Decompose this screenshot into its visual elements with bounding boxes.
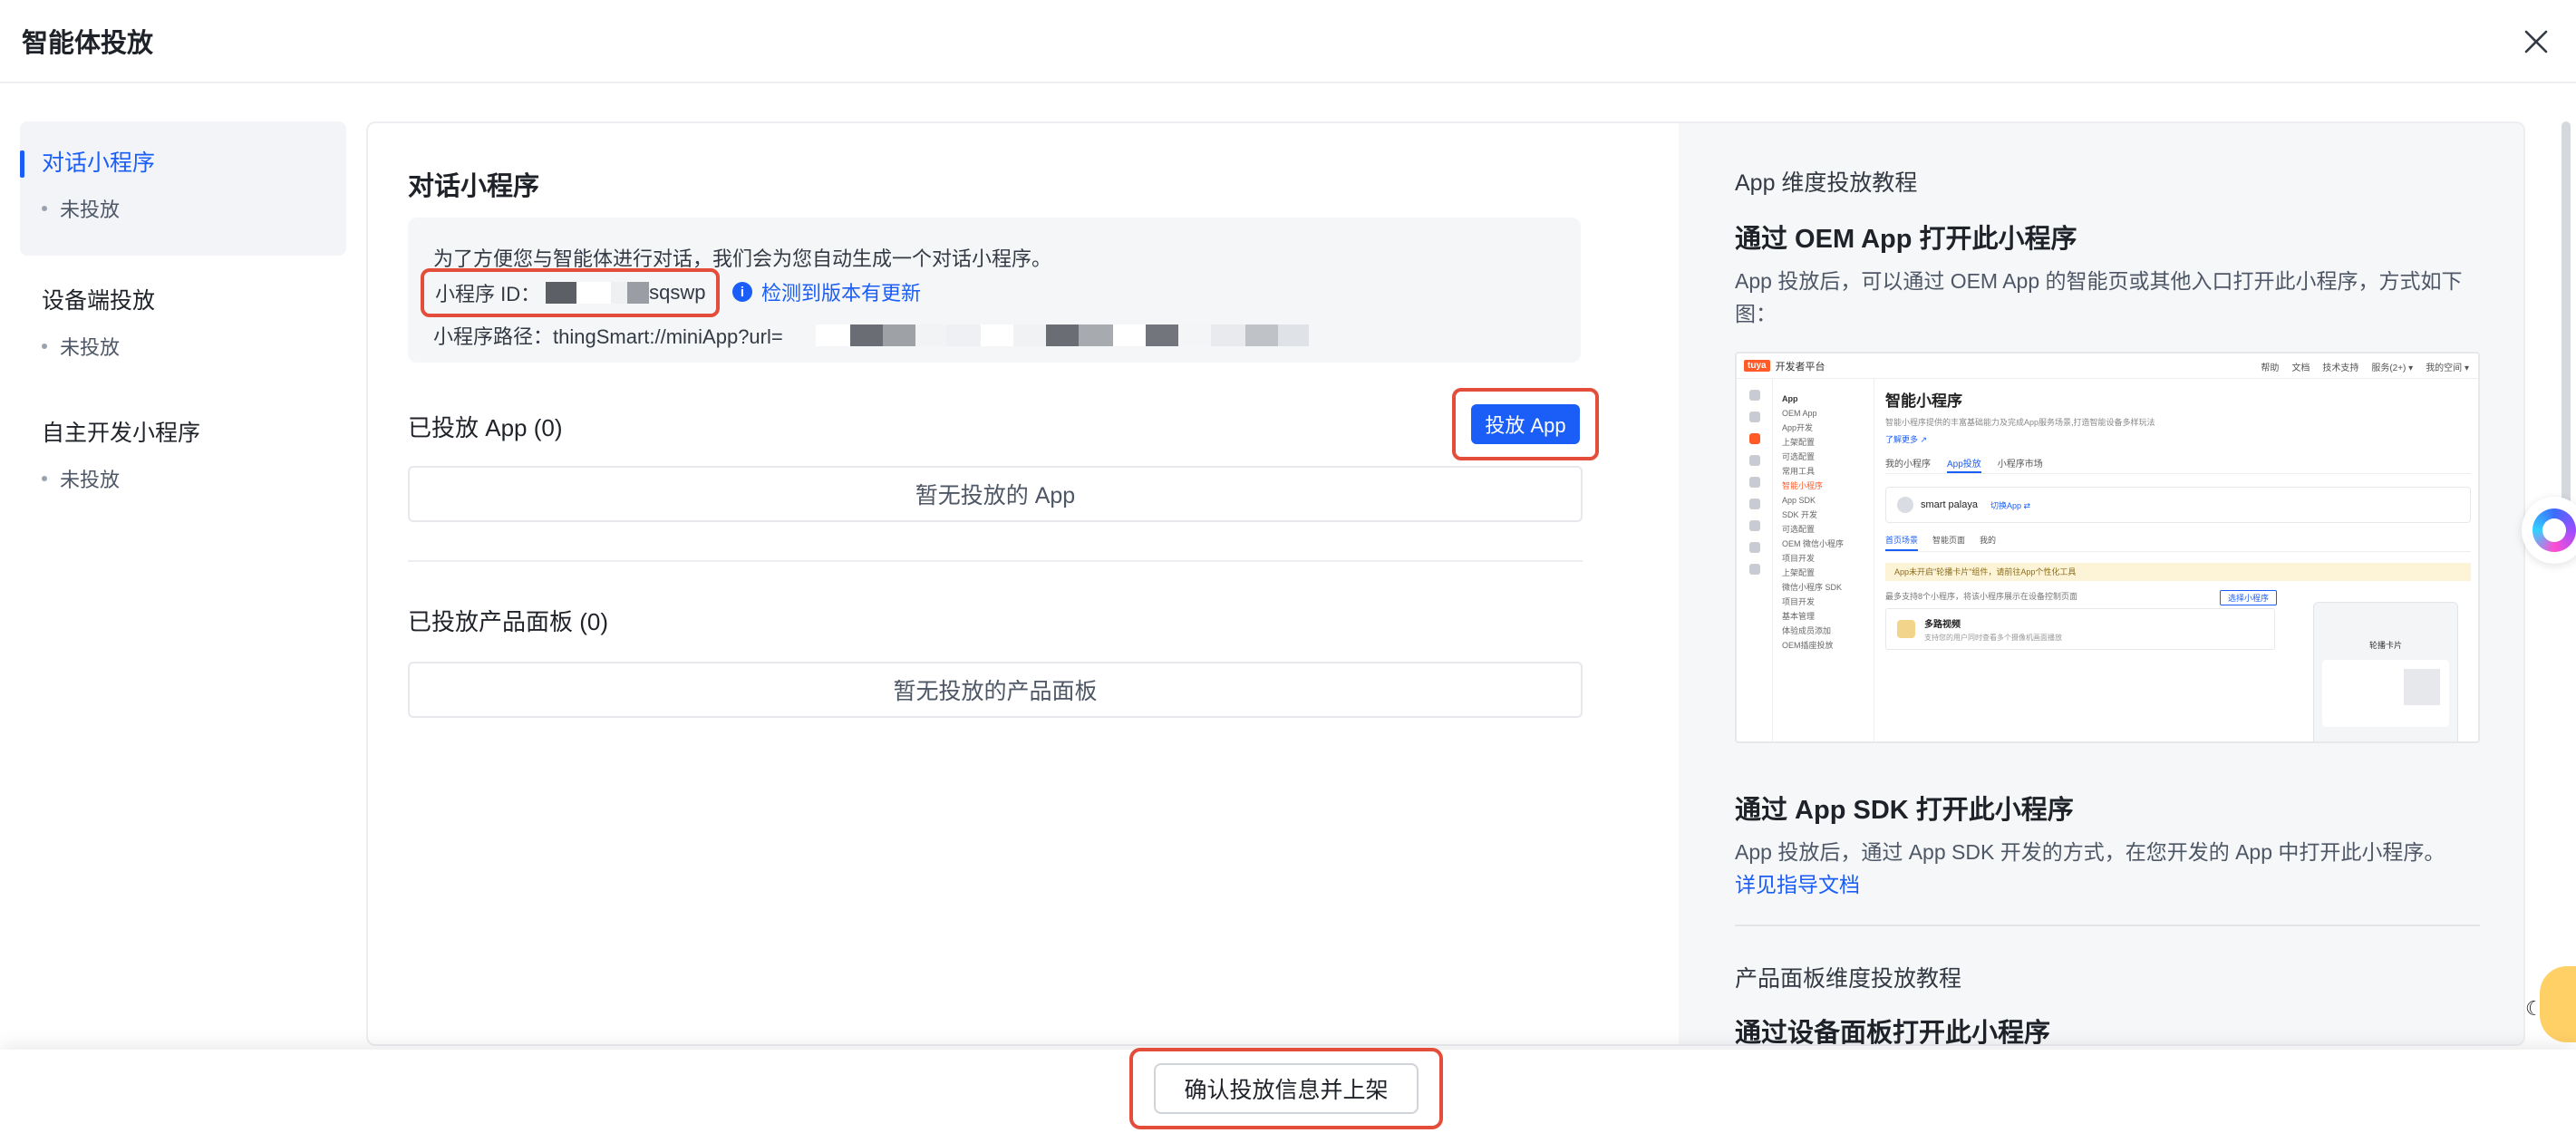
- bullet-icon: [42, 476, 47, 481]
- miniapp-id: 小程序 ID： sqswp: [421, 268, 721, 317]
- close-button[interactable]: [2514, 20, 2558, 63]
- panel-tutorial-subtitle: 产品面板维度投放教程: [1735, 966, 1962, 992]
- assistant-icon: [2532, 508, 2576, 552]
- main-card: 对话小程序 为了方便您与智能体进行对话，我们会为您自动生成一个对话小程序。 小程…: [366, 121, 2525, 1046]
- sidebar-item-label: 设备端投放: [42, 288, 156, 314]
- shot-platform: 开发者平台: [1775, 361, 1825, 373]
- check-update-link[interactable]: i 检测到版本有更新: [732, 277, 921, 306]
- redacted-block: [627, 282, 650, 304]
- sidebar-item-label: 对话小程序: [42, 150, 156, 176]
- miniapp-path-label: 小程序路径：thingSmart://miniApp?url=: [433, 325, 783, 348]
- app-tutorial-subtitle: App 维度投放教程: [1735, 170, 1918, 196]
- sidebar: 对话小程序 未投放 设备端投放 未投放 自主开发小程序 未投放: [20, 121, 346, 493]
- check-update-label: 检测到版本有更新: [761, 282, 922, 305]
- deploy-app-highlight: 投放 App: [1452, 388, 1599, 460]
- mascot-icon[interactable]: [2540, 966, 2576, 1042]
- divider: [1735, 925, 2480, 926]
- sidebar-item-label: 自主开发小程序: [42, 421, 201, 446]
- guide-doc-link[interactable]: 详见指导文档: [1735, 873, 1860, 896]
- page-title: 智能体投放: [22, 29, 154, 58]
- page: 智能体投放 对话小程序 未投放 设备端投放 未投放 自主开发小程序 未投放 对话…: [0, 0, 2576, 1133]
- info-icon: i: [732, 282, 752, 302]
- scrollbar[interactable]: [2561, 121, 2571, 520]
- deployed-app-title: 已投放 App (0): [408, 414, 563, 441]
- redacted-block: [546, 282, 577, 304]
- confirm-highlight: 确认投放信息并上架: [1129, 1048, 1443, 1129]
- sidebar-item-chat-miniapp[interactable]: 对话小程序 未投放: [20, 121, 346, 256]
- deploy-app-button[interactable]: 投放 App: [1471, 404, 1580, 444]
- deployed-panel-empty: 暂无投放的产品面板: [408, 662, 1583, 718]
- shot-icon-nav: [1737, 379, 1773, 741]
- oem-tutorial-desc: App 投放后，可以通过 OEM App 的智能页或其他入口打开此小程序，方式如…: [1735, 269, 2463, 325]
- tutorial-screenshot: tuya 开发者平台 帮助 文档 技术支持 服务(2+) ▾ 我的空间 ▾ Ap: [1735, 352, 2480, 743]
- shot-topnav: 帮助 文档 技术支持 服务(2+) ▾ 我的空间 ▾: [2261, 363, 2469, 373]
- sidebar-item-status: 未投放: [42, 332, 346, 361]
- divider: [408, 560, 1583, 562]
- tutorial-pane: App 维度投放教程 通过 OEM App 打开此小程序 App 投放后，可以通…: [1679, 123, 2523, 1046]
- redacted-block: [611, 282, 628, 304]
- redacted-block: [576, 282, 612, 304]
- shot-menu: App OEM App App开发 上架配置 可选配置 常用工具 智能小程序 A…: [1773, 379, 1874, 741]
- miniapp-id-label: 小程序 ID：: [435, 283, 541, 305]
- bullet-icon: [42, 344, 47, 349]
- miniapp-info-box: 为了方便您与智能体进行对话，我们会为您自动生成一个对话小程序。 小程序 ID： …: [408, 218, 1581, 363]
- sidebar-item-status: 未投放: [42, 194, 346, 223]
- tuya-logo: tuya: [1744, 360, 1770, 372]
- sidebar-item-self-dev[interactable]: 自主开发小程序 未投放: [20, 392, 346, 493]
- shot-phone-preview: 轮播卡片: [2313, 602, 2458, 741]
- modal-header: 智能体投放: [0, 0, 2576, 83]
- miniapp-path: 小程序路径：thingSmart://miniApp?url=: [433, 321, 1309, 350]
- sdk-tutorial-desc: App 投放后，通过 App SDK 开发的方式，在您开发的 App 中打开此小…: [1735, 840, 2445, 896]
- ai-assistant-button[interactable]: [2522, 497, 2576, 564]
- sdk-tutorial-title: 通过 App SDK 打开此小程序: [1735, 796, 2074, 825]
- section-title: 对话小程序: [408, 172, 540, 201]
- sidebar-item-status: 未投放: [42, 464, 346, 493]
- deployed-app-empty: 暂无投放的 App: [408, 466, 1583, 522]
- shot-topbar: tuya 开发者平台 帮助 文档 技术支持 服务(2+) ▾ 我的空间 ▾: [1737, 353, 2478, 379]
- bullet-icon: [42, 206, 47, 211]
- miniapp-id-suffix: sqswp: [649, 281, 706, 304]
- deployed-panel-title: 已投放产品面板 (0): [408, 608, 609, 635]
- sidebar-item-device[interactable]: 设备端投放 未投放: [20, 259, 346, 361]
- close-icon: [2524, 30, 2548, 53]
- config-pane: 对话小程序 为了方便您与智能体进行对话，我们会为您自动生成一个对话小程序。 小程…: [368, 123, 1679, 1044]
- panel-tutorial-title: 通过设备面板打开此小程序: [1735, 1019, 2051, 1046]
- oem-tutorial-title: 通过 OEM App 打开此小程序: [1735, 225, 2077, 254]
- redacted-path: [815, 324, 1309, 346]
- confirm-publish-button[interactable]: 确认投放信息并上架: [1154, 1063, 1419, 1114]
